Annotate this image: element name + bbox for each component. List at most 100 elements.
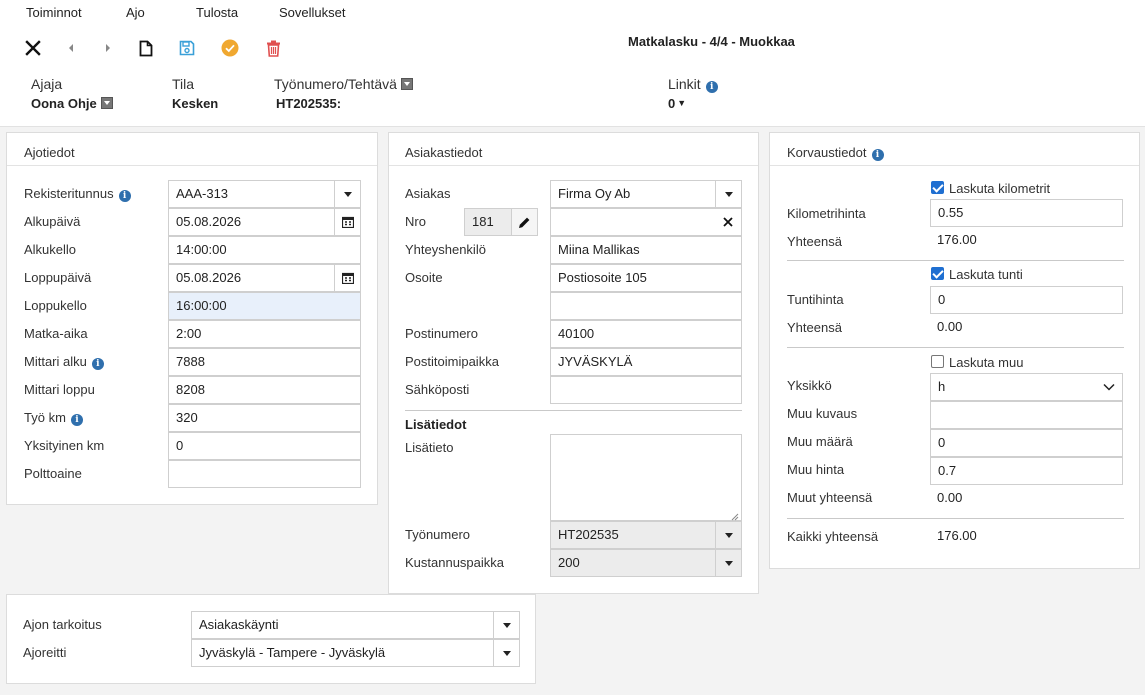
work-km-label-text: Työ km: [24, 410, 66, 425]
fuel-input[interactable]: [168, 460, 361, 488]
job-label-text: Työnumero/Tehtävä: [274, 76, 397, 92]
other-qty-label: Muu määrä: [787, 434, 853, 449]
other-desc-label: Muu kuvaus: [787, 406, 858, 421]
info-icon[interactable]: i: [70, 414, 83, 426]
korvaustiedot-panel: Korvaustiedot i Laskuta kilometrit Kilome…: [769, 132, 1140, 569]
end-time-label: Loppukello: [24, 298, 87, 313]
trash-icon[interactable]: [262, 37, 284, 59]
driver-value[interactable]: Oona Ohje: [31, 96, 113, 111]
dropdown-caret-icon[interactable]: [715, 522, 741, 548]
close-icon[interactable]: [22, 37, 44, 59]
reg-label: Rekisteritunnus i: [24, 186, 131, 202]
address-input[interactable]: Postiosoite 105: [550, 264, 742, 292]
info-icon[interactable]: i: [871, 149, 884, 161]
customer-value: Firma Oy Ab: [558, 186, 631, 201]
reg-label-text: Rekisteritunnus: [24, 186, 114, 201]
dropdown-caret-icon[interactable]: [715, 181, 741, 207]
start-time-input[interactable]: 14:00:00: [168, 236, 361, 264]
km-total-label: Yhteensä: [787, 234, 842, 249]
job-number-select[interactable]: HT202535: [550, 521, 742, 549]
cost-center-select[interactable]: 200: [550, 549, 742, 577]
private-km-input[interactable]: 0: [168, 432, 361, 460]
job-value: HT202535:: [276, 96, 342, 111]
km-price-input[interactable]: 0.55: [930, 199, 1123, 227]
resize-handle-icon[interactable]: [729, 509, 739, 521]
extra-section-title: Lisätiedot: [405, 417, 467, 432]
divider: [787, 518, 1124, 519]
divider: [787, 260, 1124, 261]
postal-input[interactable]: 40100: [550, 320, 742, 348]
page-title: Matkalasku - 4/4 - Muokkaa: [628, 34, 795, 49]
number-input[interactable]: 181: [464, 208, 538, 236]
menu-toiminnot[interactable]: Toiminnot: [26, 5, 82, 20]
prev-icon[interactable]: [60, 37, 82, 59]
menu-tulosta[interactable]: Tulosta: [196, 5, 238, 20]
dropdown-caret-icon[interactable]: [334, 181, 360, 207]
calendar-icon[interactable]: [334, 265, 360, 291]
calendar-icon[interactable]: [334, 209, 360, 235]
work-km-input[interactable]: 320: [168, 404, 361, 432]
end-date-label: Loppupäivä: [24, 270, 92, 285]
start-time-label: Alkukello: [24, 242, 77, 257]
info-icon[interactable]: i: [705, 81, 718, 93]
contact-input[interactable]: Miina Mallikas: [550, 236, 742, 264]
pencil-icon[interactable]: [511, 209, 537, 235]
meter-start-input[interactable]: 7888: [168, 348, 361, 376]
dropdown-caret-icon[interactable]: [493, 640, 519, 666]
dropdown-caret-icon[interactable]: [715, 550, 741, 576]
meter-end-input[interactable]: 8208: [168, 376, 361, 404]
other-price-input[interactable]: 0.7: [930, 457, 1123, 485]
end-time-input[interactable]: 16:00:00: [168, 292, 361, 320]
city-input[interactable]: JYVÄSKYLÄ: [550, 348, 742, 376]
start-date-label: Alkupäivä: [24, 214, 81, 229]
menu-sovellukset[interactable]: Sovellukset: [279, 5, 345, 20]
number-value: 181: [472, 214, 494, 229]
other-desc-input[interactable]: [930, 401, 1123, 429]
end-date-input[interactable]: 05.08.2026: [168, 264, 361, 292]
asiakastiedot-panel: Asiakastiedot Asiakas Firma Oy Ab Nro 18…: [388, 132, 759, 594]
chevron-down-icon: ▼: [677, 98, 687, 108]
other-checkbox[interactable]: [931, 355, 944, 368]
km-checkbox[interactable]: [931, 181, 944, 194]
new-document-icon[interactable]: [135, 37, 157, 59]
korvaustiedot-title-text: Korvaustiedot: [787, 145, 867, 160]
route-select[interactable]: Jyväskylä - Tampere - Jyväskylä: [191, 639, 520, 667]
info-icon[interactable]: i: [118, 190, 131, 202]
save-icon[interactable]: [176, 37, 198, 59]
info-icon[interactable]: i: [91, 358, 104, 370]
divider: [7, 165, 377, 166]
other-qty-input[interactable]: 0: [930, 429, 1123, 457]
unit-select[interactable]: h: [930, 373, 1123, 401]
purpose-label: Ajon tarkoitus: [23, 617, 102, 632]
start-date-input[interactable]: 05.08.2026: [168, 208, 361, 236]
cost-center-label: Kustannuspaikka: [405, 555, 505, 570]
meter-start-label: Mittari alku i: [24, 354, 104, 370]
unit-label: Yksikkö: [787, 378, 832, 393]
hour-price-input[interactable]: 0: [930, 286, 1123, 314]
job-dropdown-icon[interactable]: [400, 78, 413, 90]
extra-textarea[interactable]: [550, 434, 742, 521]
driver-dropdown-icon[interactable]: [100, 97, 113, 109]
check-circle-icon[interactable]: [219, 37, 241, 59]
route-value: Jyväskylä - Tampere - Jyväskylä: [199, 645, 386, 660]
hour-checkbox-label: Laskuta tunti: [949, 267, 1023, 282]
ajotiedot-title: Ajotiedot: [24, 145, 75, 160]
dropdown-caret-icon[interactable]: [493, 612, 519, 638]
cost-center-value: 200: [558, 555, 580, 570]
driver-label: Ajaja: [31, 76, 63, 92]
email-input[interactable]: [550, 376, 742, 404]
meter-end-label: Mittari loppu: [24, 382, 95, 397]
menu-ajo[interactable]: Ajo: [126, 5, 145, 20]
duration-input[interactable]: 2:00: [168, 320, 361, 348]
purpose-select[interactable]: Asiakaskäynti: [191, 611, 520, 639]
links-value[interactable]: 0 ▼: [668, 96, 686, 111]
address-line2-input[interactable]: [550, 292, 742, 320]
next-icon[interactable]: [97, 37, 119, 59]
number-extra-input[interactable]: [550, 208, 742, 236]
chevron-down-icon[interactable]: [1096, 374, 1122, 400]
clear-icon[interactable]: [715, 209, 741, 235]
reg-value: AAA-313: [176, 186, 229, 201]
customer-select[interactable]: Firma Oy Ab: [550, 180, 742, 208]
hour-checkbox[interactable]: [931, 267, 944, 280]
reg-select[interactable]: AAA-313: [168, 180, 361, 208]
